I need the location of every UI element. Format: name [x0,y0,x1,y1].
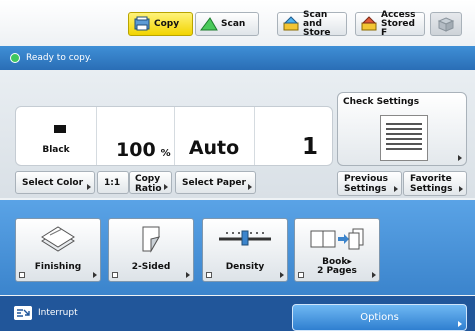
density-button[interactable]: Density [202,218,288,282]
two-sided-icon [142,226,161,253]
book-to-2-pages-button[interactable]: Book▸ 2 Pages [294,218,380,282]
tab-access-stored-label: Access Stored F [381,9,416,38]
interrupt-icon [14,306,32,320]
summary-copies: 1 [254,107,332,165]
checkbox-mark-icon [298,272,304,278]
two-sided-button[interactable]: 2-Sided [108,218,194,282]
chevron-right-icon [394,186,398,192]
check-settings-button[interactable]: Check Settings [337,92,467,166]
scan-icon [200,17,218,31]
checkbox-mark-icon [19,272,25,278]
chevron-right-icon [458,155,462,161]
checkbox-mark-icon [112,272,118,278]
select-paper-button[interactable]: Select Paper [175,171,256,194]
copy-ratio-label: Copy Ratio [135,174,162,194]
finishing-button[interactable]: Finishing [15,218,101,282]
previous-settings-button[interactable]: Previous Settings [337,171,402,196]
status-text: Ready to copy. [26,53,92,63]
checkbox-mark-icon [206,272,212,278]
status-bar: Ready to copy. [0,46,475,70]
copies-value: 1 [301,134,318,160]
options-button[interactable]: Options [292,304,467,331]
select-color-label: Select Color [22,178,84,188]
check-settings-label: Check Settings [343,97,420,107]
ratio-1-1-label: 1:1 [104,178,121,188]
status-ok-icon [10,53,20,63]
density-label: Density [225,262,265,272]
chevron-right-icon [372,272,376,278]
tab-copy-label: Copy [154,18,180,29]
two-sided-label: 2-Sided [131,262,171,272]
summary-color: Black [16,107,97,165]
settings-summary: Black 100% Auto 1 [15,106,333,166]
box-icon [437,17,455,32]
options-label: Options [360,312,399,323]
tab-scan-and-store[interactable]: Scan and Store [277,9,347,38]
tab-scan[interactable]: Scan [195,12,259,36]
select-paper-label: Select Paper [182,178,246,188]
interrupt-button[interactable]: Interrupt [14,306,78,320]
copy-icon [134,16,150,31]
tab-copy[interactable]: Copy [128,12,193,36]
ratio-1-1-button[interactable]: 1:1 [97,171,129,194]
tab-more[interactable] [430,12,462,36]
chevron-right-icon [186,272,190,278]
document-icon [380,115,428,161]
color-value: Black [42,145,70,155]
chevron-right-icon [87,184,91,190]
tab-scan-and-store-label: Scan and Store [303,9,331,38]
black-swatch-icon [54,125,66,133]
chevron-right-icon [458,321,462,327]
paper-value: Auto [188,137,240,159]
finishing-icon [41,226,75,252]
chevron-right-icon [164,184,168,190]
scan-store-icon [283,16,299,31]
tab-access-stored-files[interactable]: Access Stored F [355,9,425,38]
previous-settings-label: Previous Settings [344,174,389,194]
copy-ratio-button[interactable]: Copy Ratio [129,171,172,194]
chevron-right-icon [248,184,252,190]
book-to-pages-icon [310,228,364,250]
favorite-settings-button[interactable]: Favorite Settings [403,171,467,196]
tab-scan-label: Scan [221,18,246,29]
chevron-right-icon [459,186,463,192]
density-icon [219,230,271,246]
book-to-2-pages-label: Book▸ 2 Pages [317,257,357,276]
favorite-settings-label: Favorite Settings [410,174,453,194]
chevron-right-icon [280,272,284,278]
summary-paper: Auto [174,107,255,165]
summary-ratio: 100% [96,107,175,165]
interrupt-label: Interrupt [38,308,78,318]
ratio-value: 100 [116,139,156,161]
access-stored-icon [361,16,377,31]
chevron-right-icon [93,272,97,278]
ratio-unit: % [160,148,171,159]
mode-tab-bar: Copy Scan Scan and Store Access Stored F [0,0,475,47]
finishing-label: Finishing [34,262,82,272]
select-color-button[interactable]: Select Color [15,171,95,194]
